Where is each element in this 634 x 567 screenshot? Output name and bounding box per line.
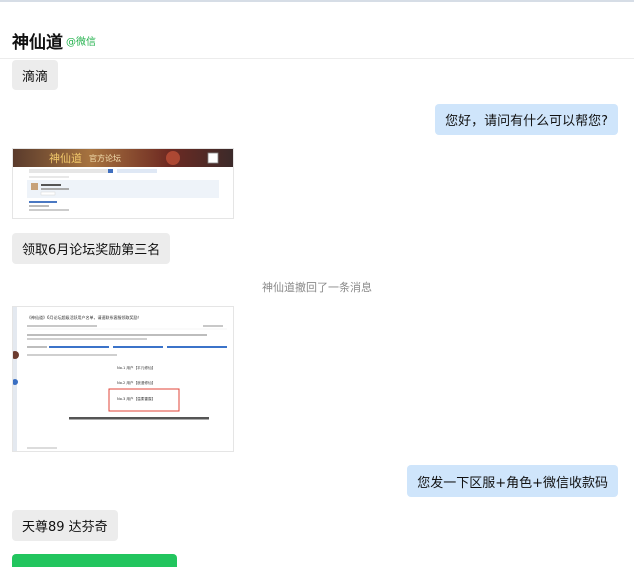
message-bubble-right[interactable]: 您发一下区服+角色+微信收款码 bbox=[407, 465, 618, 497]
chat-title: 神仙道 bbox=[12, 33, 63, 53]
message-bubble-left[interactable]: 天尊89 达芬奇 bbox=[12, 510, 118, 541]
rank-2: No.2 用户【浪漫修仙】 bbox=[117, 380, 155, 385]
post-screenshot-image[interactable]: 《神仙道》6月论坛超级活跃用户名单，请速联系客服领取奖励！ No.1 用户【平凡… bbox=[12, 306, 234, 452]
message-bubble-left[interactable]: 滴滴 bbox=[12, 60, 59, 90]
post-title: 《神仙道》6月论坛超级活跃用户名单，请速联系客服领取奖励！ bbox=[27, 314, 142, 320]
green-card-partial[interactable] bbox=[12, 554, 177, 567]
wechat-source-tag: @微信 bbox=[66, 37, 96, 48]
rank-3: No.3 用户【温柔雷霆】 bbox=[117, 396, 155, 401]
message-text: 领取6月论坛奖励第三名 bbox=[22, 243, 161, 258]
forum-screenshot-image[interactable]: 神仙道 官方论坛 bbox=[12, 148, 234, 219]
message-text: 滴滴 bbox=[22, 69, 49, 85]
message-bubble-right[interactable]: 您好，请问有什么可以帮您? bbox=[435, 104, 618, 135]
message-text: 您好，请问有什么可以帮您? bbox=[445, 114, 608, 129]
chat-header: 神仙道 @微信 bbox=[0, 2, 634, 59]
forum-logo: 神仙道 bbox=[49, 151, 82, 165]
forum-banner-title: 官方论坛 bbox=[89, 153, 121, 163]
message-text: 您发一下区服+角色+微信收款码 bbox=[417, 475, 608, 491]
recall-notice: 神仙道撤回了一条消息 bbox=[262, 281, 372, 294]
rank-1: No.1 用户【平凡修仙】 bbox=[117, 365, 155, 370]
message-text: 天尊89 达芬奇 bbox=[22, 520, 108, 535]
message-bubble-left[interactable]: 领取6月论坛奖励第三名 bbox=[12, 233, 171, 264]
